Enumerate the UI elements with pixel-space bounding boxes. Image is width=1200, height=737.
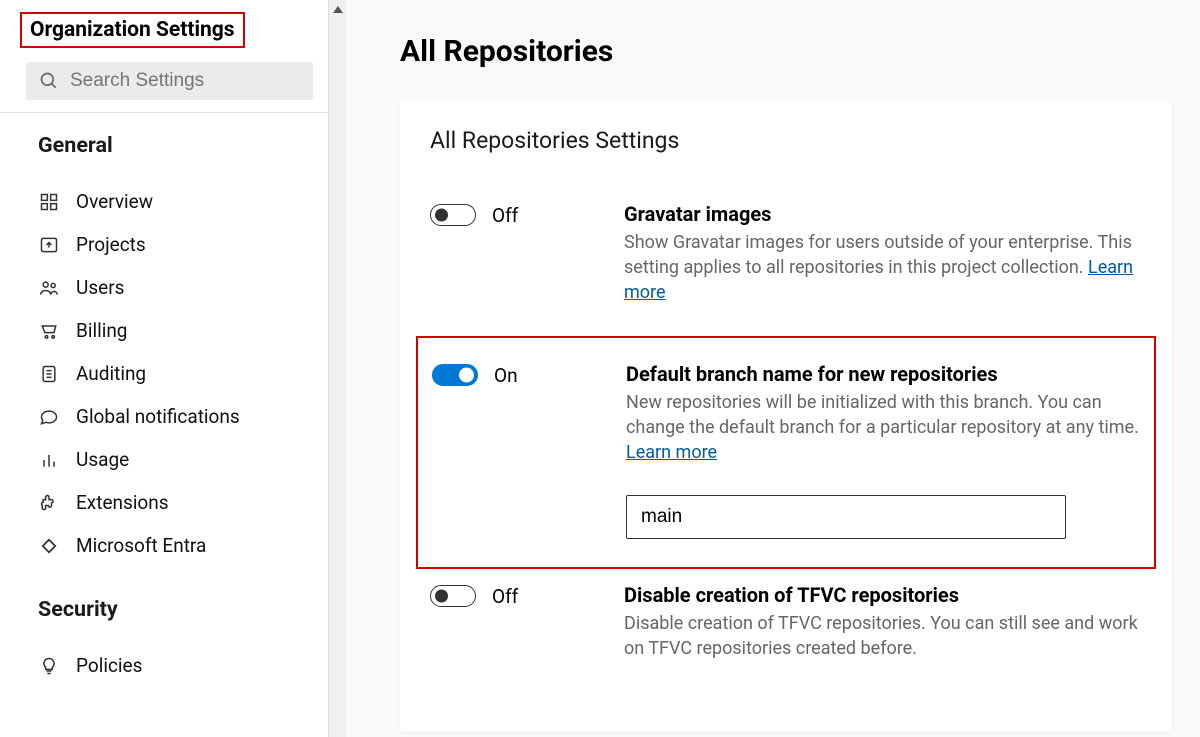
sidebar-item-label: Microsoft Entra bbox=[76, 534, 206, 557]
cart-icon bbox=[38, 320, 60, 342]
sidebar-section-security: Security Policies bbox=[20, 597, 333, 687]
sidebar-item-label: Usage bbox=[76, 448, 129, 471]
sidebar-item-global-notifications[interactable]: Global notifications bbox=[20, 395, 333, 438]
org-title-highlight: Organization Settings bbox=[20, 12, 245, 48]
disable-tfvc-toggle[interactable] bbox=[430, 585, 476, 607]
default-branch-toggle-label: On bbox=[494, 364, 518, 387]
gravatar-title: Gravatar images bbox=[624, 202, 1142, 226]
default-branch-description: New repositories will be initialized wit… bbox=[626, 390, 1140, 466]
sidebar-item-projects[interactable]: Projects bbox=[20, 223, 333, 266]
gravatar-description: Show Gravatar images for users outside o… bbox=[624, 230, 1142, 306]
sidebar-item-users[interactable]: Users bbox=[20, 266, 333, 309]
sidebar-item-label: Global notifications bbox=[76, 405, 240, 428]
search-settings-wrapper[interactable] bbox=[26, 62, 313, 100]
setting-default-branch: On Default branch name for new repositor… bbox=[416, 336, 1156, 570]
sidebar-item-label: Extensions bbox=[76, 491, 169, 514]
default-branch-toggle[interactable] bbox=[432, 364, 478, 386]
settings-sidebar: Organization Settings General Overview bbox=[0, 0, 340, 737]
default-branch-title: Default branch name for new repositories bbox=[626, 362, 1140, 386]
toggle-column: On bbox=[432, 362, 602, 540]
sidebar-item-label: Projects bbox=[76, 233, 146, 256]
search-settings-input[interactable] bbox=[70, 70, 301, 92]
sidebar-item-label: Policies bbox=[76, 654, 142, 677]
section-heading-security: Security bbox=[38, 597, 333, 622]
disable-tfvc-toggle-label: Off bbox=[492, 585, 518, 608]
disable-tfvc-description-text: Disable creation of TFVC repositories. Y… bbox=[624, 613, 1138, 659]
sidebar-item-policies[interactable]: Policies bbox=[20, 644, 333, 687]
disable-tfvc-title: Disable creation of TFVC repositories bbox=[624, 583, 1142, 607]
chat-icon bbox=[38, 406, 60, 428]
sidebar-item-label: Overview bbox=[76, 190, 153, 213]
sidebar-item-overview[interactable]: Overview bbox=[20, 180, 333, 223]
toggle-column: Off bbox=[430, 583, 600, 661]
bar-chart-icon bbox=[38, 449, 60, 471]
sidebar-item-label: Auditing bbox=[76, 362, 146, 385]
main-content: All Repositories All Repositories Settin… bbox=[340, 0, 1200, 737]
grid-icon bbox=[38, 191, 60, 213]
sidebar-item-extensions[interactable]: Extensions bbox=[20, 481, 333, 524]
page-title: All Repositories bbox=[400, 34, 1172, 69]
gravatar-description-text: Show Gravatar images for users outside o… bbox=[624, 232, 1132, 278]
list-doc-icon bbox=[38, 363, 60, 385]
card-title: All Repositories Settings bbox=[430, 127, 1142, 154]
lightbulb-icon bbox=[38, 655, 60, 677]
gravatar-toggle[interactable] bbox=[430, 204, 476, 226]
toggle-column: Off bbox=[430, 202, 600, 306]
scrollbar-up-arrow[interactable] bbox=[333, 6, 343, 13]
puzzle-icon bbox=[38, 492, 60, 514]
sidebar-body: General Overview Projects Users bbox=[0, 113, 339, 737]
repositories-settings-card: All Repositories Settings Off Gravatar i… bbox=[400, 101, 1172, 732]
diamond-icon bbox=[38, 535, 60, 557]
sidebar-item-label: Users bbox=[76, 276, 124, 299]
setting-gravatar: Off Gravatar images Show Gravatar images… bbox=[430, 188, 1142, 336]
disable-tfvc-description: Disable creation of TFVC repositories. Y… bbox=[624, 611, 1142, 661]
default-branch-description-text: New repositories will be initialized wit… bbox=[626, 392, 1139, 438]
gravatar-toggle-label: Off bbox=[492, 204, 518, 227]
sidebar-header: Organization Settings bbox=[0, 0, 339, 113]
sidebar-item-usage[interactable]: Usage bbox=[20, 438, 333, 481]
users-icon bbox=[38, 277, 60, 299]
sidebar-title: Organization Settings bbox=[30, 18, 235, 42]
sidebar-section-general: General Overview Projects Users bbox=[20, 133, 333, 567]
search-icon bbox=[38, 70, 60, 92]
sidebar-item-label: Billing bbox=[76, 319, 127, 342]
sidebar-item-billing[interactable]: Billing bbox=[20, 309, 333, 352]
sidebar-item-auditing[interactable]: Auditing bbox=[20, 352, 333, 395]
setting-disable-tfvc: Off Disable creation of TFVC repositorie… bbox=[430, 569, 1142, 691]
default-branch-learn-more-link[interactable]: Learn more bbox=[626, 442, 717, 463]
default-branch-input[interactable] bbox=[626, 495, 1066, 539]
upload-box-icon bbox=[38, 234, 60, 256]
section-heading-general: General bbox=[38, 133, 333, 158]
sidebar-item-microsoft-entra[interactable]: Microsoft Entra bbox=[20, 524, 333, 567]
sidebar-scrollbar[interactable] bbox=[328, 0, 346, 737]
